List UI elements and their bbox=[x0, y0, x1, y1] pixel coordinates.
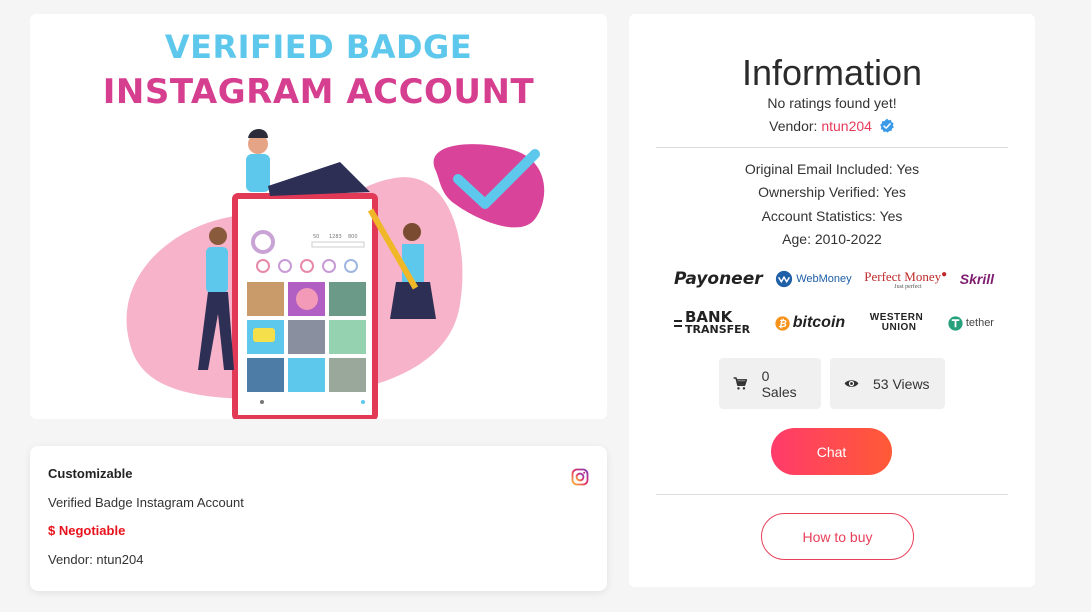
detail-statistics: Account Statistics: Yes bbox=[761, 208, 903, 224]
instagram-icon bbox=[571, 468, 589, 486]
phone-stat-followers: 1283 bbox=[329, 234, 342, 240]
western-union-logo: WESTERN UNION bbox=[870, 313, 924, 333]
detail-ownership: Ownership Verified: Yes bbox=[758, 184, 906, 200]
payment-methods: Payoneer WebMoney Perfect Money● Just pe… bbox=[674, 268, 994, 336]
views-stat: 53 Views bbox=[830, 358, 945, 409]
phone-stat-posts: 50 bbox=[313, 234, 319, 240]
vendor-link[interactable]: ntun204 bbox=[821, 118, 872, 134]
svg-text:₿: ₿ bbox=[778, 318, 787, 329]
detail-age: Age: 2010-2022 bbox=[782, 231, 882, 247]
stats-row: 0 Sales 53 Views bbox=[719, 358, 945, 409]
perfect-money-label: Perfect Money bbox=[864, 268, 942, 284]
information-card: Information No ratings found yet! Vendor… bbox=[629, 14, 1035, 587]
info-divider-bottom bbox=[656, 494, 1008, 495]
listing-summary-card[interactable]: Customizable Verified Badge Instagram Ac… bbox=[30, 446, 607, 591]
ratings-text: No ratings found yet! bbox=[767, 95, 897, 111]
transfer-label: TRANSFER bbox=[685, 323, 751, 336]
union-label: UNION bbox=[881, 322, 917, 333]
tether-coin-icon bbox=[948, 315, 963, 331]
bitcoin-coin-icon: ₿ bbox=[775, 315, 790, 331]
sales-stat: 0 Sales bbox=[719, 358, 821, 409]
promo-title-line1: VERIFIED BADGE bbox=[164, 28, 473, 66]
how-to-buy-button[interactable]: How to buy bbox=[761, 513, 914, 560]
phone-stat-following: 800 bbox=[348, 234, 358, 240]
cart-icon bbox=[733, 377, 748, 390]
listing-title[interactable]: Verified Badge Instagram Account bbox=[48, 495, 589, 510]
verified-badge-icon bbox=[879, 118, 894, 133]
bitcoin-label: bitcoin bbox=[792, 314, 846, 331]
perfect-money-tagline: Just perfect bbox=[894, 283, 922, 290]
listing-image-card[interactable]: 50 1283 800 VERIFIED BADGE INSTAGRAM ACC… bbox=[30, 14, 607, 419]
listing-vendor: Vendor: ntun204 bbox=[48, 551, 144, 567]
eye-icon bbox=[844, 380, 859, 387]
listing-type: Customizable bbox=[48, 466, 133, 481]
tether-label: tether bbox=[965, 317, 994, 329]
bitcoin-logo: ₿ bitcoin bbox=[775, 314, 845, 332]
listing-price: $ Negotiable bbox=[48, 523, 126, 538]
webmoney-logo: WebMoney bbox=[775, 270, 852, 288]
webmoney-globe-icon bbox=[776, 270, 793, 288]
tether-logo: tether bbox=[948, 315, 994, 331]
payoneer-logo: Payoneer bbox=[674, 269, 763, 289]
chat-button[interactable]: Chat bbox=[771, 428, 892, 475]
perfect-money-logo: Perfect Money● Just perfect bbox=[864, 268, 948, 290]
bank-bars-icon bbox=[674, 319, 682, 327]
page: 50 1283 800 VERIFIED BADGE INSTAGRAM ACC… bbox=[0, 0, 1091, 612]
info-divider-top bbox=[656, 147, 1008, 148]
webmoney-label: WebMoney bbox=[796, 273, 852, 285]
information-title: Information bbox=[741, 52, 923, 93]
detail-email: Original Email Included: Yes bbox=[744, 161, 920, 177]
vendor-line: Vendor: ntun204 bbox=[629, 118, 1035, 134]
bank-transfer-logo: BANK TRANSFER bbox=[674, 310, 751, 336]
views-count: 53 Views bbox=[873, 375, 930, 392]
sales-count: 0 Sales bbox=[761, 367, 797, 400]
vendor-label: Vendor: bbox=[769, 118, 818, 134]
promo-title-line2: INSTAGRAM ACCOUNT bbox=[102, 72, 535, 112]
skrill-logo: Skrill bbox=[959, 271, 994, 287]
